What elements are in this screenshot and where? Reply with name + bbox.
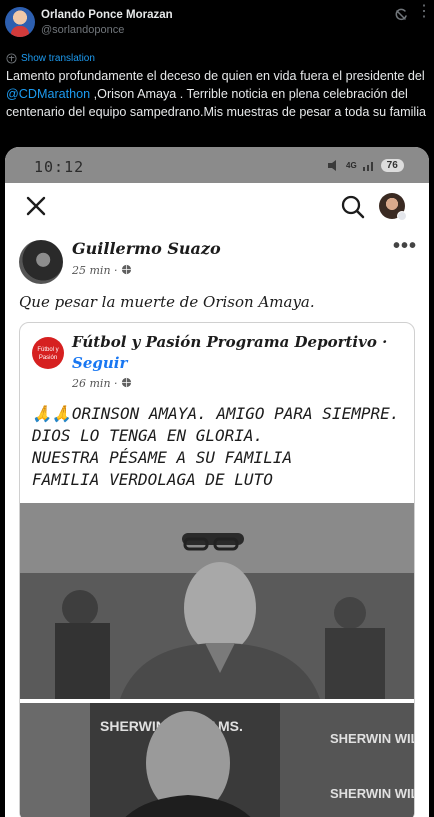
facebook-top-bar: [5, 183, 429, 233]
grok-icon[interactable]: [394, 8, 408, 22]
banner-text-2: SHERWIN WILLIAMS.: [330, 731, 415, 746]
shared-line-3: NUESTRA PÉSAME A SU FAMILIA: [32, 448, 293, 467]
post-time-text: 25 min ·: [72, 264, 118, 277]
author-display-name[interactable]: Orlando Ponce Morazan: [41, 9, 173, 21]
search-icon[interactable]: [341, 195, 365, 219]
globe-icon: [121, 377, 132, 388]
shared-post-text: 🙏🙏ORINSON AMAYA. AMIGO PARA SIEMPRE. DIO…: [32, 403, 407, 491]
phone-clock: 10:12: [34, 158, 85, 176]
post-author-name[interactable]: Guillermo Suazo: [72, 239, 221, 258]
more-options-icon[interactable]: ⋮: [416, 4, 432, 20]
shared-line-4: FAMILIA VERDOLAGA DE LUTO: [32, 470, 273, 489]
tweet-text-part-1: Lamento profundamente el deceso de quien…: [6, 69, 425, 83]
author-avatar[interactable]: [5, 7, 35, 37]
show-translation-link[interactable]: Show translation: [21, 53, 95, 64]
shared-page-name[interactable]: Fútbol y Pasión Programa Deportivo ·: [72, 333, 387, 351]
tweet-text: Lamento profundamente el deceso de quien…: [6, 67, 428, 121]
translate-icon: [6, 52, 17, 64]
tweet-header: Orlando Ponce Morazan @sorlandoponce ⋮: [0, 0, 434, 48]
globe-icon: [121, 264, 132, 275]
battery-indicator: 76: [380, 159, 404, 172]
memorial-photo-1[interactable]: [20, 503, 415, 699]
signal-icon: [362, 162, 373, 171]
post-text: Que pesar la muerte de Orison Amaya.: [19, 293, 315, 311]
shared-line-2: DIOS LO TENGA EN GLORIA.: [32, 426, 264, 445]
phone-status-icons: 4G 76: [327, 159, 404, 172]
shared-post-timestamp: 26 min ·: [72, 377, 132, 390]
chevron-down-icon[interactable]: [397, 211, 407, 221]
post-timestamp: 25 min ·: [72, 264, 132, 277]
mention-link[interactable]: @CDMarathon: [6, 87, 90, 101]
phone-status-bar: 10:12 4G 76: [5, 147, 429, 183]
author-handle[interactable]: @sorlandoponce: [41, 24, 124, 36]
memorial-photo-2[interactable]: SHERWIN WILLIAMS. SHERWIN WILLIAMS. SHER…: [20, 703, 415, 817]
shared-post-card[interactable]: Fútbol y Pasión Fútbol y Pasión Programa…: [19, 322, 415, 817]
shared-line-1: 🙏🙏ORINSON AMAYA. AMIGO PARA SIEMPRE.: [32, 404, 400, 423]
tweet-media-image[interactable]: 10:12 4G 76 Guillermo Suazo 25 min · •••…: [5, 147, 429, 817]
network-label: 4G: [346, 161, 357, 170]
page-logo[interactable]: Fútbol y Pasión: [32, 337, 64, 369]
post-author-avatar[interactable]: [19, 240, 63, 284]
close-icon[interactable]: [25, 195, 47, 217]
banner-text-3: SHERWIN WILLIAMS.: [330, 786, 415, 801]
show-translation-row[interactable]: Show translation: [6, 51, 95, 65]
mute-icon: [328, 160, 336, 171]
follow-button[interactable]: Seguir: [72, 354, 127, 372]
post-more-options[interactable]: •••: [393, 235, 417, 258]
shared-time-text: 26 min ·: [72, 377, 118, 390]
